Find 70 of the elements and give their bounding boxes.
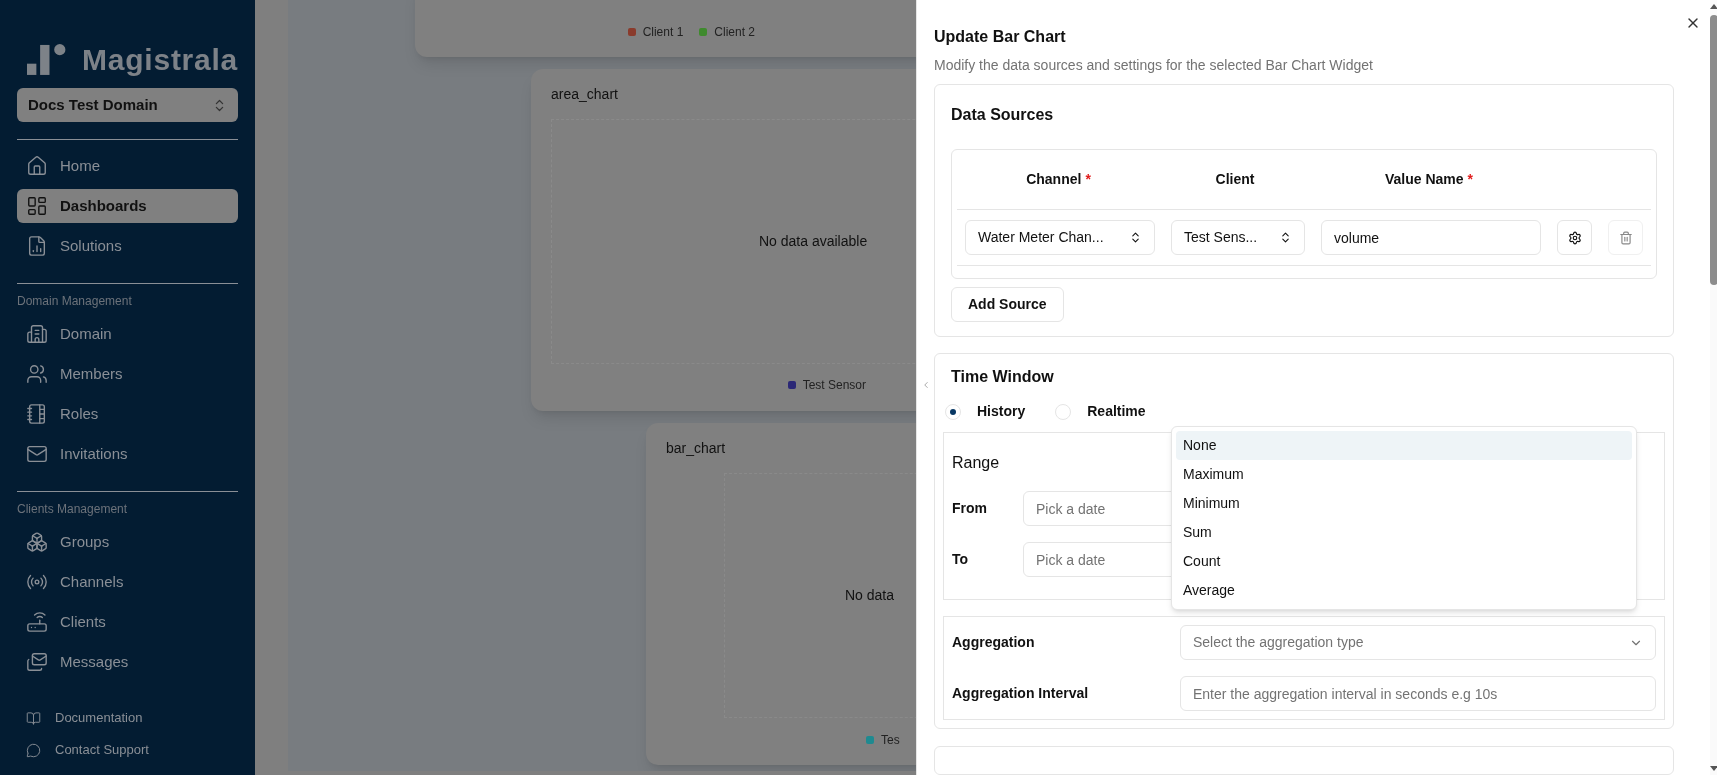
chevrons-icon — [1279, 231, 1292, 244]
house-icon — [26, 155, 48, 177]
chevrons-icon — [1129, 231, 1142, 244]
scrollbar-thumb[interactable] — [1710, 15, 1717, 285]
dialog-title: Update Bar Chart — [934, 27, 1067, 47]
chart-file-icon — [26, 235, 48, 257]
settings-button[interactable] — [1557, 220, 1592, 255]
section-heading: Clients Management — [17, 501, 129, 518]
required-asterisk: * — [1085, 170, 1091, 189]
interval-field[interactable]: Enter the aggregation interval in seconds e.g 10s — [1180, 676, 1656, 711]
scroll-down-icon[interactable] — [1710, 766, 1717, 771]
nav-item[interactable]: Messages — [17, 645, 238, 679]
channel-select[interactable]: Water Meter Chan... — [965, 220, 1155, 255]
nav-item[interactable]: Roles — [17, 397, 238, 431]
empty-message: No data available — [759, 232, 868, 251]
dropdown-option[interactable]: Average — [1176, 576, 1632, 605]
value-name-field[interactable]: volume — [1321, 220, 1541, 255]
book-icon — [26, 710, 41, 726]
nav-item[interactable]: Clients — [17, 605, 238, 639]
dialog-description: Modify the data sources and settings for the selected Bar Chart Widget — [934, 56, 1374, 75]
column-header: Channel — [1026, 170, 1082, 189]
empty-message: No data — [845, 586, 895, 605]
card-title: Data Sources — [951, 105, 1055, 125]
dropdown-option[interactable]: None — [1176, 431, 1632, 460]
range-title: Range — [952, 453, 1000, 473]
legend-label: Client 2 — [714, 24, 755, 41]
field-label: Aggregation Interval — [952, 684, 1090, 703]
router-icon — [26, 611, 48, 633]
chat-icon — [26, 742, 41, 758]
users-icon — [26, 363, 48, 385]
card-title: Time Window — [950, 367, 1055, 387]
column-header: Value Name — [1384, 170, 1464, 189]
mails-icon — [26, 651, 48, 673]
radio-option[interactable]: Realtime — [1055, 401, 1146, 422]
footer-link[interactable]: Documentation — [17, 707, 238, 729]
nav-item[interactable]: Groups — [17, 525, 238, 559]
brand-name: Magistrala — [82, 41, 238, 78]
dropdown-option[interactable]: Maximum — [1176, 460, 1632, 489]
legend-label: Tes — [881, 732, 900, 749]
widget-title: area_chart — [551, 85, 619, 104]
widget-title: bar_chart — [666, 439, 727, 458]
column-header: Client — [1215, 170, 1255, 189]
boxes-icon — [26, 531, 48, 553]
legend-label: Client 1 — [642, 24, 684, 41]
nav-item[interactable]: Channels — [17, 565, 238, 599]
gear-icon — [1567, 230, 1582, 245]
section-heading: Domain Management — [17, 293, 133, 310]
nav-item[interactable]: Solutions — [17, 229, 238, 263]
nav-item[interactable]: Home — [17, 149, 238, 183]
nav-item[interactable]: Domain — [17, 317, 238, 351]
notebook-icon — [26, 403, 48, 425]
nav-item[interactable]: Members — [17, 357, 238, 391]
client-select[interactable]: Test Sens... — [1171, 220, 1305, 255]
field-label: Aggregation — [952, 633, 1036, 652]
add-source-button[interactable]: Add Source — [951, 287, 1064, 322]
nav-item[interactable]: Invitations — [17, 437, 238, 471]
legend-label: Test Sensor — [802, 377, 866, 394]
trash-icon — [1618, 230, 1633, 245]
nav-item[interactable]: Dashboards — [17, 189, 238, 223]
required-asterisk: * — [1467, 170, 1474, 189]
field-label: From — [952, 499, 988, 518]
radio-option[interactable]: History — [945, 401, 1026, 422]
building-icon — [26, 323, 48, 345]
mail-icon — [26, 443, 48, 465]
domain-select[interactable]: Docs Test Domain — [17, 88, 238, 122]
aggregation-select[interactable]: Select the aggregation type — [1180, 625, 1656, 660]
grid-icon — [26, 195, 48, 217]
scroll-up-icon[interactable] — [1710, 4, 1717, 9]
field-label: To — [952, 550, 970, 569]
footer-link[interactable]: Contact Support — [17, 739, 238, 761]
